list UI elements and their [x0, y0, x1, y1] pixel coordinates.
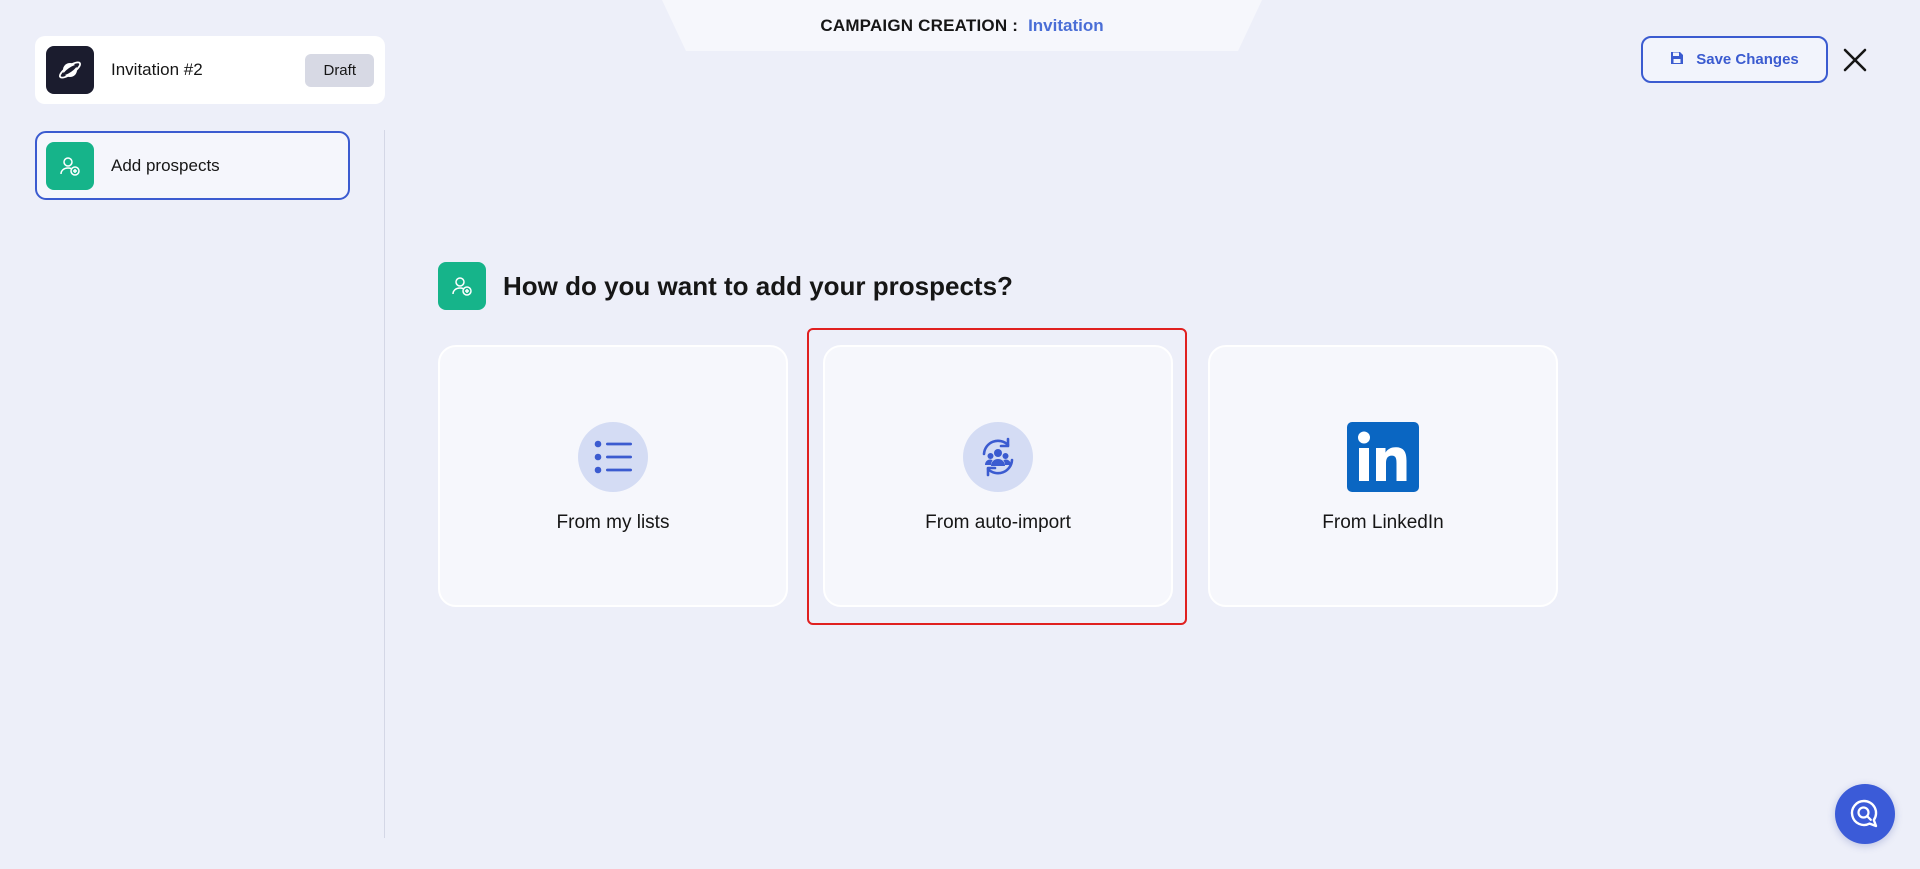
campaign-creation-page: CAMPAIGN CREATION : Invitation Invitatio… — [0, 0, 1920, 869]
save-changes-button[interactable]: Save Changes — [1641, 36, 1828, 83]
sidebar-item-label: Add prospects — [111, 155, 220, 175]
question-text: How do you want to add your prospects? — [503, 270, 1013, 301]
list-icon — [578, 422, 648, 492]
help-chat-button[interactable] — [1835, 784, 1895, 844]
floppy-disk-icon — [1670, 51, 1684, 69]
planet-icon — [46, 46, 94, 94]
option-label: From LinkedIn — [1322, 512, 1444, 533]
sidebar-item-add-prospects[interactable]: Add prospects — [35, 131, 350, 200]
linkedin-icon — [1347, 422, 1419, 492]
save-changes-label: Save Changes — [1696, 51, 1799, 68]
campaign-card: Invitation #2 Draft — [35, 36, 385, 104]
sidebar-divider — [384, 130, 385, 838]
selection-highlight — [807, 328, 1187, 625]
question-heading: How do you want to add your prospects? — [438, 262, 1013, 310]
option-from-my-lists[interactable]: From my lists — [438, 345, 788, 607]
user-add-icon — [438, 262, 486, 310]
campaign-header-tab: CAMPAIGN CREATION : Invitation — [662, 0, 1262, 51]
header-campaign-type: Invitation — [1028, 15, 1104, 35]
status-badge: Draft — [305, 53, 374, 87]
close-icon — [1843, 48, 1867, 72]
option-from-linkedin[interactable]: From LinkedIn — [1208, 345, 1558, 607]
header-label: CAMPAIGN CREATION : — [820, 15, 1019, 35]
campaign-name[interactable]: Invitation #2 — [111, 60, 305, 80]
user-add-icon — [46, 141, 94, 190]
option-label: From my lists — [556, 512, 670, 533]
chat-search-icon — [1850, 799, 1878, 828]
close-button[interactable] — [1840, 45, 1870, 75]
